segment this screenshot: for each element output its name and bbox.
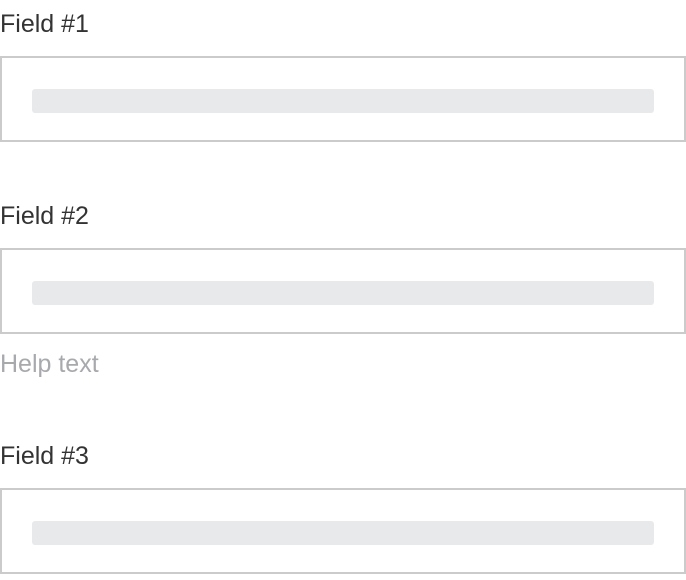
field-2-input[interactable]: [0, 248, 686, 334]
field-1-input[interactable]: [0, 56, 686, 142]
field-1-placeholder-bar: [32, 89, 654, 113]
field-3-input[interactable]: [0, 488, 686, 574]
field-2-placeholder-bar: [32, 281, 654, 305]
field-3-placeholder-bar: [32, 521, 654, 545]
field-2-label: Field #2: [0, 202, 89, 230]
field-1-label: Field #1: [0, 10, 89, 38]
field-2-help-text: Help text: [0, 350, 99, 378]
field-3-label: Field #3: [0, 442, 89, 470]
